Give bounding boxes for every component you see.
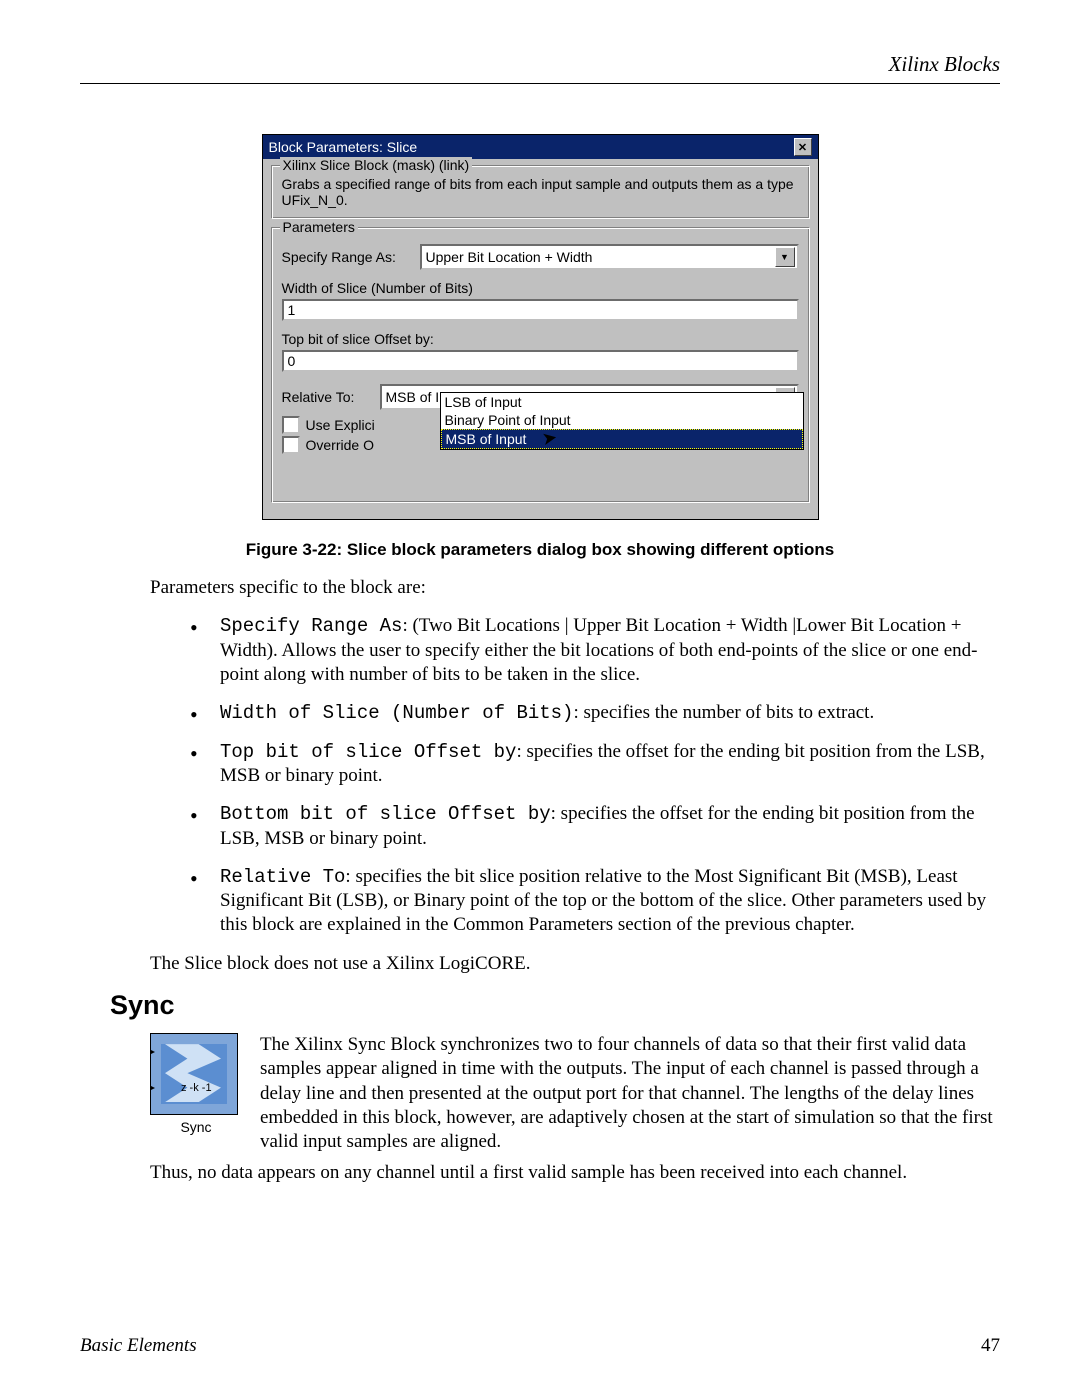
top-offset-input[interactable]: 0	[282, 350, 799, 372]
logicore-note: The Slice block does not use a Xilinx Lo…	[80, 952, 1000, 976]
sync-z-label: z -k -1	[181, 1082, 212, 1094]
list-item: Relative To: specifies the bit slice pos…	[190, 865, 1000, 938]
chevron-down-icon[interactable]: ▼	[775, 247, 795, 267]
block-parameters-dialog: Block Parameters: Slice ✕ Xilinx Slice B…	[262, 134, 819, 520]
top-offset-label: Top bit of slice Offset by:	[282, 331, 799, 347]
list-item: Specify Range As: (Two Bit Locations | U…	[190, 614, 1000, 687]
sync-icon-caption: Sync	[150, 1119, 242, 1135]
parameter-list: Specify Range As: (Two Bit Locations | U…	[80, 614, 1000, 937]
header-section-name: Xilinx Blocks	[80, 52, 1000, 77]
footer-section: Basic Elements	[80, 1335, 197, 1357]
list-item: Top bit of slice Offset by: specifies th…	[190, 740, 1000, 789]
sync-paragraph-2: Thus, no data appears on any channel unt…	[80, 1161, 1000, 1185]
list-item: Width of Slice (Number of Bits): specifi…	[190, 701, 1000, 725]
dropdown-option-lsb[interactable]: LSB of Input	[441, 393, 803, 411]
relative-to-label: Relative To:	[282, 389, 372, 405]
figure-caption: Figure 3-22: Slice block parameters dial…	[80, 540, 1000, 560]
parameters-legend: Parameters	[280, 219, 358, 235]
width-input[interactable]: 1	[282, 299, 799, 321]
use-explicit-label: Use Explici	[306, 417, 375, 433]
dropdown-option-binary-point[interactable]: Binary Point of Input	[441, 411, 803, 429]
sync-heading: Sync	[80, 990, 1000, 1021]
dropdown-option-msb[interactable]: MSB of Input	[441, 429, 803, 449]
param-name: Specify Range As	[220, 615, 402, 637]
override-label: Override O	[306, 437, 374, 453]
mask-fieldset: Xilinx Slice Block (mask) (link) Grabs a…	[271, 165, 810, 219]
mask-legend: Xilinx Slice Block (mask) (link)	[280, 157, 473, 173]
param-name: Relative To	[220, 866, 345, 888]
param-name: Top bit of slice Offset by	[220, 741, 516, 763]
sync-paragraph-1: The Xilinx Sync Block synchronizes two t…	[260, 1033, 1000, 1155]
width-label: Width of Slice (Number of Bits)	[282, 280, 799, 296]
specify-range-dropdown[interactable]: Upper Bit Location + Width ▼	[420, 244, 799, 270]
close-icon[interactable]: ✕	[794, 138, 812, 156]
specify-range-label: Specify Range As:	[282, 249, 412, 265]
param-name: Width of Slice (Number of Bits)	[220, 702, 573, 724]
header-divider	[80, 83, 1000, 84]
cursor-icon: ➤	[540, 427, 559, 450]
parameters-fieldset: Parameters Specify Range As: Upper Bit L…	[271, 227, 810, 503]
dialog-titlebar: Block Parameters: Slice ✕	[263, 135, 818, 159]
mask-description: Grabs a specified range of bits from eac…	[282, 176, 799, 208]
dialog-title: Block Parameters: Slice	[269, 139, 418, 155]
override-checkbox[interactable]	[282, 436, 300, 454]
list-item: Bottom bit of slice Offset by: specifies…	[190, 802, 1000, 851]
relative-to-option-list[interactable]: LSB of Input Binary Point of Input MSB o…	[440, 392, 804, 450]
specify-range-value: Upper Bit Location + Width	[426, 249, 593, 265]
use-explicit-checkbox[interactable]	[282, 416, 300, 434]
param-name: Bottom bit of slice Offset by	[220, 803, 551, 825]
sync-block-icon: z -k -1 Sync	[150, 1033, 242, 1155]
intro-text: Parameters specific to the block are:	[80, 576, 1000, 600]
page-number: 47	[981, 1335, 1000, 1357]
param-desc: : specifies the number of bits to extrac…	[573, 702, 874, 723]
